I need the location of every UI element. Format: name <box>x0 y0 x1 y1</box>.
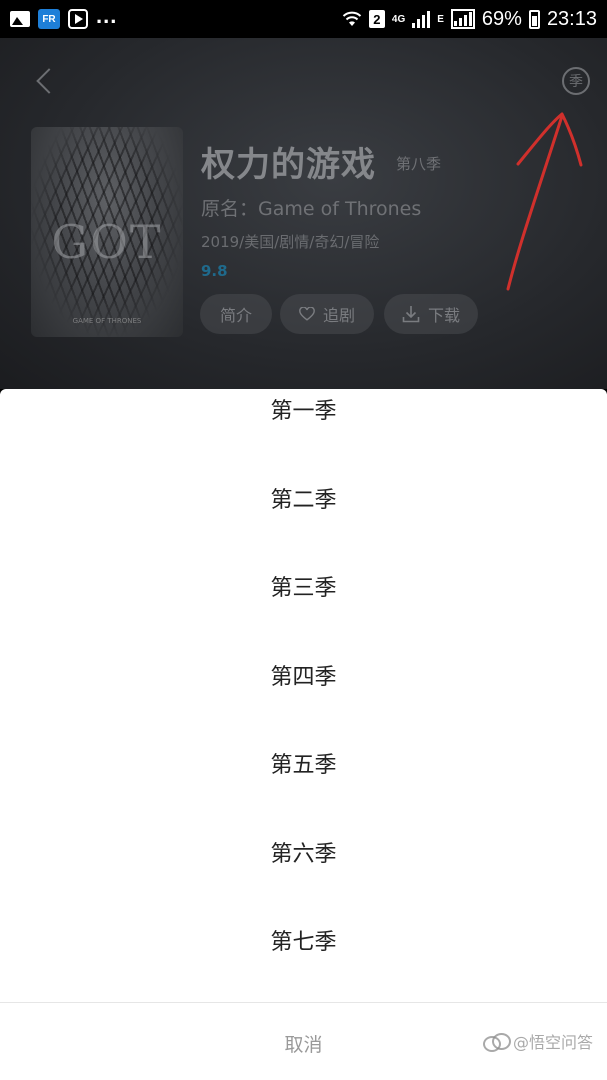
more-notifications: ... <box>96 3 118 28</box>
clock: 23:13 <box>546 7 597 30</box>
fr-app-icon: FR <box>38 9 60 29</box>
wifi-icon <box>342 11 362 26</box>
signal-icon-2 <box>450 9 475 29</box>
watermark-text: @悟空问答 <box>512 1033 593 1052</box>
current-season-label: 第八季 <box>396 155 442 173</box>
season-selector-button[interactable]: 季 <box>562 67 590 95</box>
sim-slot-badge: 2 <box>368 10 385 28</box>
season-option[interactable]: 第七季 <box>0 910 607 970</box>
show-header: 季 GOT GAME OF THRONES 权力的游戏 第八季 原名：Game … <box>0 38 607 389</box>
intro-label: 简介 <box>219 306 252 325</box>
original-name: 原名：Game of Thrones <box>201 198 422 220</box>
status-bar: FR ... 2 4G E 69% 23:13 <box>0 0 607 38</box>
show-meta: 2019/美国/剧情/奇幻/冒险 <box>201 233 380 251</box>
season-picker-sheet: 第一季 第二季 第三季 第四季 第五季 第六季 第七季 取消 @悟空问答 <box>0 389 607 1080</box>
network-4g-label: 4G <box>391 13 406 25</box>
battery-icon <box>528 9 540 29</box>
rating-score: 9.8 <box>201 262 228 280</box>
download-label: 下载 <box>427 306 460 325</box>
red-arrow-annotation <box>506 112 583 291</box>
show-title: 权力的游戏 <box>201 145 376 185</box>
system-icons: 2 4G E 69% 23:13 <box>342 8 597 31</box>
download-icon <box>402 306 420 323</box>
back-icon[interactable] <box>34 66 58 98</box>
poster-subtitle: GAME OF THRONES <box>72 317 142 325</box>
signal-icon <box>412 10 431 28</box>
battery-percent: 69% <box>481 7 522 30</box>
show-poster: GOT GAME OF THRONES <box>31 127 183 337</box>
heart-plus-icon <box>299 306 315 321</box>
follow-button[interactable]: 追剧 <box>280 294 374 334</box>
poster-title: GOT <box>51 215 163 269</box>
season-option[interactable]: 第五季 <box>0 733 607 793</box>
season-option[interactable]: 第二季 <box>0 468 607 528</box>
download-button[interactable]: 下载 <box>384 294 478 334</box>
video-app-icon <box>68 9 88 29</box>
network-e-label: E <box>437 13 444 25</box>
season-option[interactable]: 第一季 <box>0 389 607 439</box>
sheet-divider <box>0 1002 607 1003</box>
season-option[interactable]: 第四季 <box>0 645 607 705</box>
chat-bubbles-icon <box>482 1032 511 1052</box>
season-option[interactable]: 第六季 <box>0 822 607 882</box>
season-option[interactable]: 第三季 <box>0 556 607 616</box>
image-icon <box>10 11 30 27</box>
watermark: @悟空问答 <box>482 1029 593 1053</box>
intro-button[interactable]: 简介 <box>200 294 272 334</box>
follow-label: 追剧 <box>322 306 355 325</box>
notification-icons: FR ... <box>10 3 117 29</box>
